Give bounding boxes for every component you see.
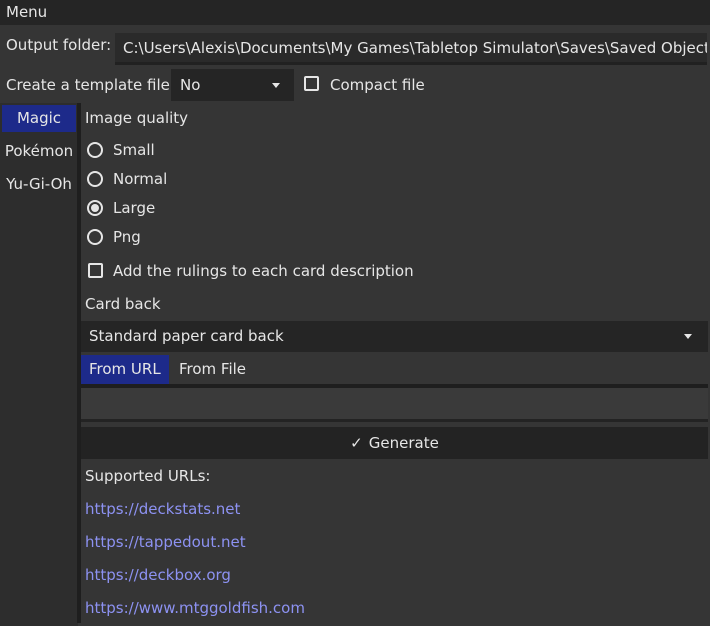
sidebar-item-label: Magic — [16, 109, 62, 127]
generate-button[interactable]: ✓ Generate — [81, 427, 708, 459]
radio-label: Normal — [113, 170, 168, 188]
link-mtggoldfish[interactable]: https://www.mtggoldfish.com — [85, 598, 305, 618]
template-row: Create a template file: No Compact file — [0, 67, 710, 101]
radio-label: Large — [113, 199, 156, 217]
menu-bar: Menu — [0, 0, 710, 25]
quality-option-small[interactable]: Small — [87, 139, 487, 161]
check-icon: ✓ — [350, 434, 363, 452]
radio-label: Small — [113, 141, 155, 159]
quality-option-normal[interactable]: Normal — [87, 168, 487, 190]
radio-button[interactable] — [87, 200, 103, 216]
chevron-down-icon — [684, 334, 692, 339]
link-deckstats[interactable]: https://deckstats.net — [85, 499, 240, 519]
rulings-label[interactable]: Add the rulings to each card description — [113, 261, 414, 281]
rulings-checkbox[interactable] — [88, 263, 103, 278]
compact-file-label[interactable]: Compact file — [330, 75, 425, 95]
radio-button[interactable] — [87, 171, 103, 187]
chevron-down-icon — [272, 83, 280, 88]
link-tappedout[interactable]: https://tappedout.net — [85, 532, 246, 552]
sidebar-item-magic[interactable]: Magic — [2, 105, 76, 132]
quality-option-large[interactable]: Large — [87, 197, 487, 219]
sidebar-item-label: Yu-Gi-Oh — [6, 175, 72, 193]
game-sidebar: Magic Pokémon Yu-Gi-Oh — [0, 103, 78, 626]
sidebar-item-yugioh[interactable]: Yu-Gi-Oh — [2, 171, 76, 198]
generate-button-label: Generate — [368, 434, 439, 452]
card-back-label: Card back — [85, 295, 161, 313]
card-back-select[interactable]: Standard paper card back — [81, 321, 708, 352]
quality-option-png[interactable]: Png — [87, 226, 487, 248]
magic-panel: Image quality Small Normal Large Png Add… — [81, 103, 710, 626]
tab-from-url[interactable]: From URL — [81, 355, 169, 384]
sidebar-item-pokemon[interactable]: Pokémon — [2, 138, 76, 165]
template-label: Create a template file: — [6, 76, 175, 94]
output-folder-input[interactable]: C:\Users\Alexis\Documents\My Games\Table… — [115, 33, 707, 65]
tab-from-file[interactable]: From File — [171, 355, 254, 384]
image-quality-label: Image quality — [85, 109, 189, 127]
sidebar-item-label: Pokémon — [4, 142, 74, 160]
card-back-select-value: Standard paper card back — [89, 327, 284, 345]
compact-file-checkbox[interactable] — [304, 76, 319, 91]
radio-button[interactable] — [87, 229, 103, 245]
radio-label: Png — [113, 228, 141, 246]
source-tabs: From URL From File — [81, 353, 708, 386]
radio-button[interactable] — [87, 142, 103, 158]
menu-button[interactable]: Menu — [6, 3, 47, 21]
output-folder-label: Output folder: — [6, 36, 112, 54]
deck-url-input[interactable] — [81, 388, 708, 422]
output-folder-row: Output folder: C:\Users\Alexis\Documents… — [0, 25, 710, 67]
link-deckbox[interactable]: https://deckbox.org — [85, 565, 231, 585]
template-select[interactable]: No — [171, 69, 294, 101]
template-select-value: No — [180, 76, 201, 94]
supported-urls-label: Supported URLs: — [85, 467, 211, 485]
